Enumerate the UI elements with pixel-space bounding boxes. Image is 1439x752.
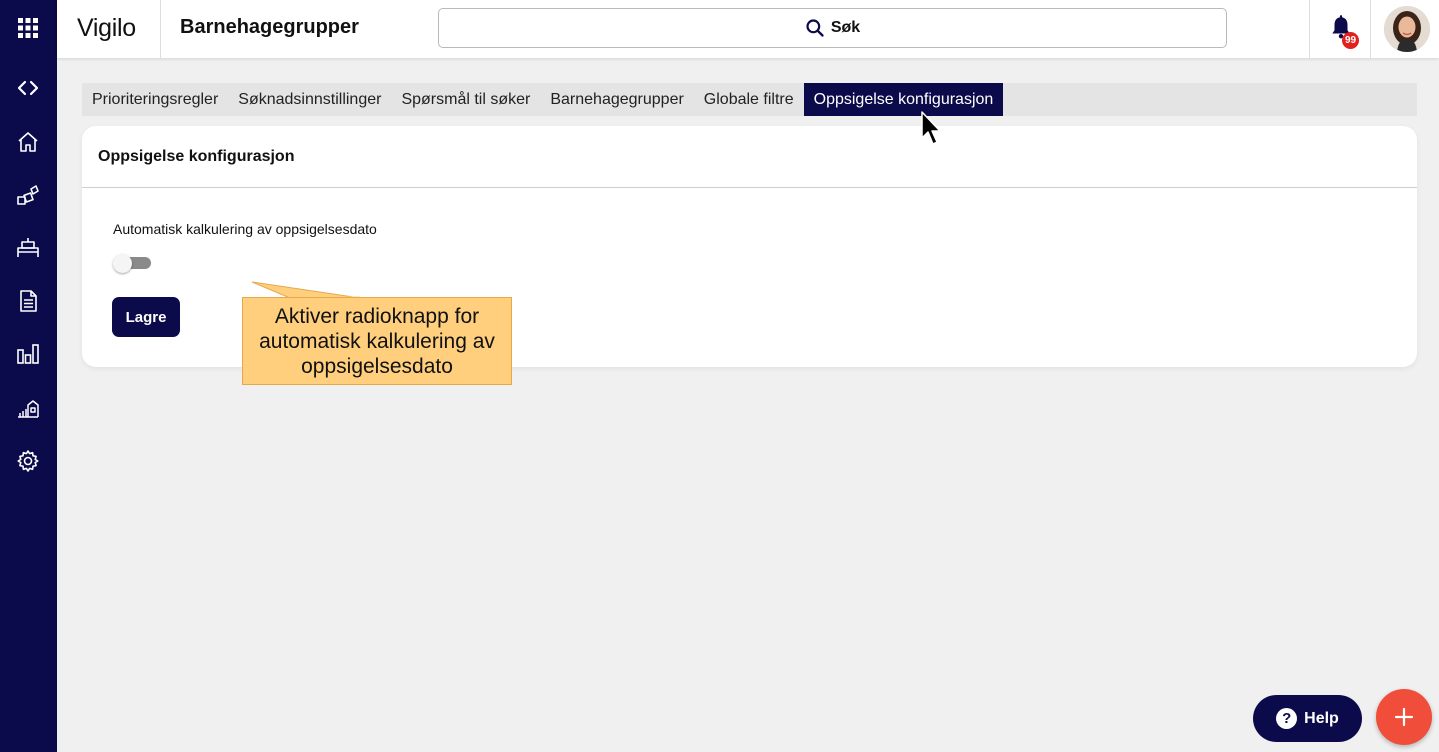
search-label: Søk xyxy=(830,19,861,36)
header-divider xyxy=(1309,0,1310,58)
tab-sporsmal-til-soker[interactable]: Spørsmål til søker xyxy=(391,83,540,116)
code-brackets-icon[interactable] xyxy=(14,74,42,102)
help-circle-icon: ? xyxy=(1276,708,1298,729)
tutorial-callout: Aktiver radioknapp for automatisk kalkul… xyxy=(242,297,512,385)
bar-chart-icon[interactable] xyxy=(14,340,42,368)
page-title: Barnehagegrupper xyxy=(180,16,359,38)
card-title: Oppsigelse konfigurasjon xyxy=(98,148,295,165)
brand-logo[interactable]: Vigilo xyxy=(77,14,136,43)
notification-badge: 99 xyxy=(1342,32,1359,49)
tab-barnehagegrupper[interactable]: Barnehagegrupper xyxy=(540,83,693,116)
header-divider xyxy=(160,0,161,58)
avatar[interactable] xyxy=(1384,6,1430,52)
toggle-knob xyxy=(113,254,132,273)
document-icon[interactable] xyxy=(14,287,42,315)
blocks-icon[interactable] xyxy=(14,181,42,209)
tab-soknadsinnstillinger[interactable]: Søknadsinnstillinger xyxy=(228,83,391,116)
auto-calc-label: Automatisk kalkulering av oppsigelsesdat… xyxy=(113,221,377,237)
card-divider xyxy=(82,187,1417,188)
save-button[interactable]: Lagre xyxy=(112,297,180,337)
building-chart-icon[interactable] xyxy=(14,394,42,422)
header-divider xyxy=(1370,0,1371,58)
home-icon[interactable] xyxy=(14,128,42,156)
help-label: Help xyxy=(1304,709,1339,727)
gear-icon[interactable] xyxy=(14,447,42,475)
sidebar xyxy=(0,0,57,752)
tab-prioriteringsregler[interactable]: Prioriteringsregler xyxy=(82,83,228,116)
search-icon xyxy=(806,19,824,37)
bed-icon[interactable] xyxy=(14,234,42,262)
mouse-cursor-icon xyxy=(921,111,941,145)
auto-calc-toggle[interactable] xyxy=(113,254,151,273)
plus-icon xyxy=(1394,707,1414,727)
top-header: Vigilo Barnehagegrupper Søk 99 xyxy=(57,0,1439,58)
help-button[interactable]: ? Help xyxy=(1253,695,1362,742)
add-button[interactable] xyxy=(1376,689,1432,745)
tab-globale-filtre[interactable]: Globale filtre xyxy=(694,83,804,116)
settings-tabs: Prioriteringsregler Søknadsinnstillinger… xyxy=(82,83,1417,116)
apps-grid-icon[interactable] xyxy=(14,14,42,42)
search-bar[interactable]: Søk xyxy=(438,8,1227,48)
tab-oppsigelse-konfigurasjon[interactable]: Oppsigelse konfigurasjon xyxy=(803,83,1004,116)
